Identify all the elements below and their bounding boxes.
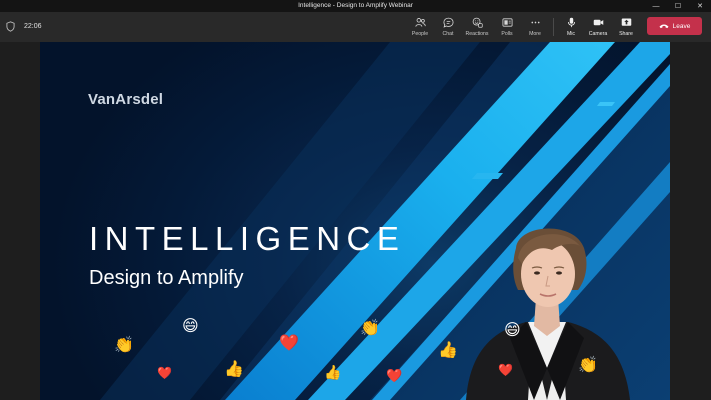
meeting-stage: VanArsdel INTELLIGENCE Design to Amplify (0, 42, 711, 400)
reaction-clap-icon: 👏 (578, 357, 598, 374)
camera-button[interactable]: Camera (583, 15, 613, 40)
share-button[interactable]: Share (611, 15, 641, 40)
reactions-icon (472, 17, 483, 28)
slide-subheadline: Design to Amplify (89, 267, 244, 289)
phone-hangup-icon (659, 24, 669, 29)
minimize-button[interactable]: — (645, 0, 667, 12)
polls-icon (502, 18, 512, 27)
polls-label: Polls (501, 31, 513, 37)
share-label: Share (619, 31, 633, 37)
more-label: More (529, 31, 541, 37)
meeting-timer: 22:06 (24, 23, 42, 30)
reactions-button[interactable]: Reactions (462, 15, 492, 40)
shared-slide: VanArsdel INTELLIGENCE Design to Amplify (40, 42, 670, 400)
window-title: Intelligence - Design to Amplify Webinar (298, 2, 413, 9)
people-button[interactable]: People (405, 15, 435, 40)
camera-label: Camera (588, 31, 608, 37)
chat-label: Chat (442, 31, 454, 37)
reaction-laugh-icon: 😄 (182, 318, 199, 335)
share-icon (621, 18, 631, 26)
presenter-video (466, 228, 630, 400)
reaction-heart-icon: ❤️ (498, 363, 513, 377)
reaction-heart-icon: ❤️ (386, 368, 403, 383)
shield-icon (6, 21, 15, 32)
mic-label: Mic (566, 31, 576, 37)
mic-icon (567, 17, 575, 28)
polls-button[interactable]: Polls (492, 15, 522, 40)
leave-button[interactable]: Leave (647, 17, 702, 35)
more-icon (530, 21, 540, 24)
maximize-button[interactable]: ☐ (667, 0, 689, 12)
reaction-clap-icon: 👏 (114, 337, 134, 354)
people-icon (414, 18, 426, 27)
chat-button[interactable]: Chat (433, 15, 463, 40)
reaction-heart-icon: ❤️ (279, 335, 299, 352)
reaction-laugh-icon: 😄 (504, 322, 521, 339)
camera-icon (593, 19, 603, 26)
mic-button[interactable]: Mic (556, 15, 586, 40)
slide-headline: INTELLIGENCE (89, 220, 406, 257)
leave-label: Leave (672, 22, 691, 30)
reactions-label: Reactions (465, 31, 489, 37)
reaction-thumbs-up-icon: 👍 (438, 342, 458, 359)
slide-logo: VanArsdel (88, 91, 164, 108)
people-label: People (411, 31, 429, 37)
window-title-bar: Intelligence - Design to Amplify Webinar… (0, 0, 711, 12)
reaction-clap-icon: 👏 (360, 320, 380, 337)
chat-icon (443, 17, 453, 28)
reaction-thumbs-up-icon: 👍 (324, 364, 342, 380)
reaction-heart-icon: ❤️ (157, 366, 172, 380)
reaction-thumbs-up-icon: 👍 (224, 361, 244, 378)
toolbar-divider (553, 18, 554, 36)
meeting-toolbar: 22:06 People Chat Reactions Polls More M… (0, 12, 711, 42)
more-button[interactable]: More (520, 15, 550, 40)
close-window-button[interactable]: ✕ (689, 0, 711, 12)
